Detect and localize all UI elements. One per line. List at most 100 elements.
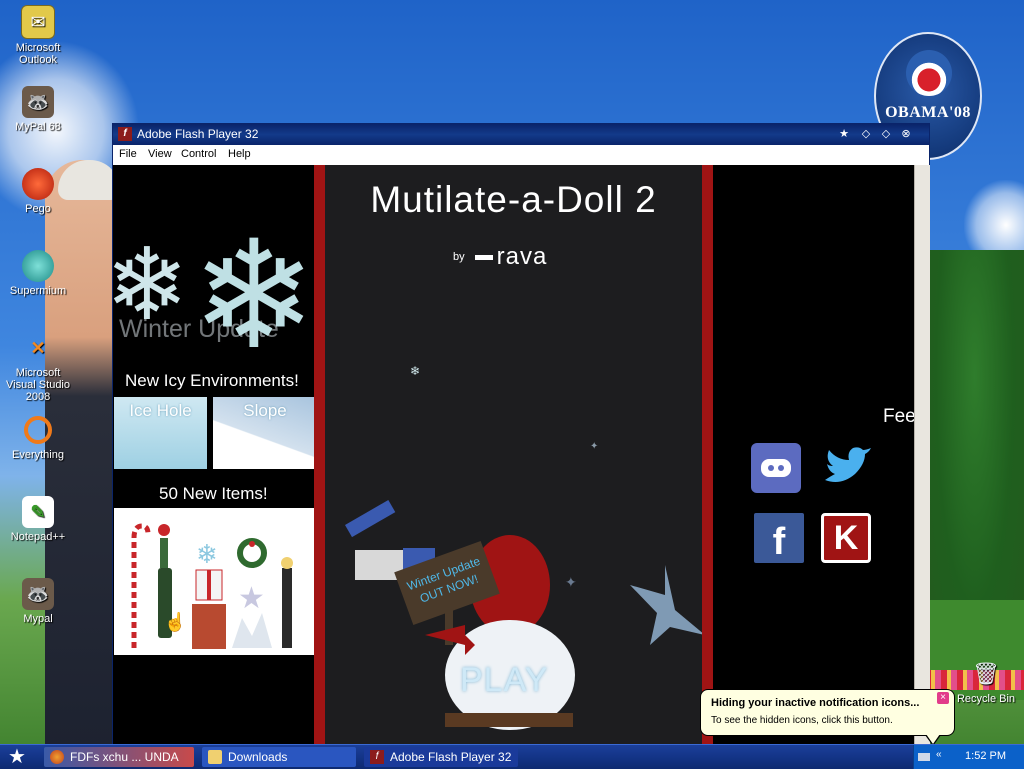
start-button[interactable]: ★ [4,746,30,768]
notification-title: Hiding your inactive notification icons.… [711,697,920,709]
kongregate-icon: K [833,518,859,557]
facebook-button[interactable]: f [754,513,804,563]
desktop-icon-label: Notepad++ [10,531,66,543]
everything-icon [22,414,54,446]
desktop-icon-outlook[interactable]: ✉ Microsoft Outlook [0,5,76,66]
gift-icon [195,569,223,601]
window-titlebar[interactable]: f Adobe Flash Player 32 ★ ◇ ◇ ⊗ [113,124,929,145]
hand-cursor-icon: ☝ [164,611,186,633]
arrow-icon [425,625,475,655]
campaign-logo-icon [906,50,952,96]
discord-icon [761,459,791,477]
discord-button[interactable] [751,443,801,493]
notification-balloon[interactable]: Hiding your inactive notification icons.… [700,689,955,746]
flash-icon: f [370,750,384,764]
flash-icon: f [118,127,132,141]
visual-studio-icon: ✕ [30,338,46,358]
svg-text:★: ★ [238,582,265,615]
taskbar-button-flash[interactable]: f Adobe Flash Player 32 [364,747,518,767]
play-button[interactable]: PLAY [460,661,548,700]
facebook-icon: f [772,520,786,563]
taskbar-button-downloads[interactable]: Downloads [202,747,356,767]
promo-panel: Winter Update ❄ ❄ New Icy Environments! … [113,165,317,746]
show-hidden-icons-button[interactable]: « [936,749,942,760]
wreath-icon [237,538,267,568]
candy-cane-icon [131,523,151,648]
desktop-icon-label: Recycle Bin [956,693,1016,705]
desktop-icon-notepadpp[interactable]: ✎ Notepad++ [0,496,76,543]
new-environments-heading: New Icy Environments! [125,371,299,390]
svg-text:❄: ❄ [196,539,218,569]
kongregate-button[interactable]: K [821,513,871,563]
snowflake-ornament-icon: ❄ [196,539,218,569]
supermium-icon [22,250,54,282]
new-items-preview: ❄ ★ ☝ [114,508,317,655]
folder-icon [208,750,222,764]
new-items-heading: 50 New Items! [159,484,268,503]
chimney-icon [192,604,226,649]
star-icon: ★ [238,582,265,615]
menu-help[interactable]: Help [228,148,251,160]
outlook-icon: ✉ [21,5,55,39]
lamp-icon [281,557,293,648]
taskbar-button-label: Downloads [228,750,288,764]
desktop-icon-recycle-bin[interactable]: 🗑 Recycle Bin [948,658,1024,706]
game-scene: ❄ ✦ ✦ Winter Update OUT NOW! [345,364,702,730]
desktop-icon-label: MyPal 68 [15,121,61,133]
ice-castle-icon [232,613,272,648]
taskbar-button-label: Adobe Flash Player 32 [390,750,512,764]
close-button[interactable]: ⊗ [898,127,914,141]
twitter-button[interactable] [821,443,871,493]
desktop-icon-mypal[interactable]: 🦝 Mypal [0,578,76,625]
window-title: Adobe Flash Player 32 [137,127,259,141]
taskbar-button-firefox[interactable]: FDFs xchu ... UNDA [44,747,194,767]
environment-tile-ice-hole[interactable]: Ice Hole [114,397,207,469]
taskbar: ★ FDFs xchu ... UNDA Downloads f Adobe F… [0,744,1024,769]
window-scrollbar[interactable] [914,165,930,746]
keyboard-icon[interactable] [918,753,930,761]
big-star-icon [630,565,702,645]
desktop-icon-label: Everything [12,449,64,461]
snowflake-icon: ❄ [113,229,189,341]
desktop-icon-label: Pego [25,203,51,215]
menu-bar: File View Control Help [113,145,929,166]
pin-icon[interactable]: ★ [836,127,852,141]
desktop-icon-pego[interactable]: Pego [0,168,76,215]
menu-view[interactable]: View [148,148,172,160]
feedback-heading: Feedback? [883,406,914,427]
system-tray: « 1:52 PM [913,745,1024,769]
svg-text:✦: ✦ [590,441,598,452]
title-panel: Mutilate-a-Doll 2 by rava ❄ ✦ ✦ Winter U… [325,165,702,746]
snowflake-icon: ❄ [191,211,317,379]
flash-player-window[interactable]: f Adobe Flash Player 32 ★ ◇ ◇ ⊗ File Vie… [113,124,930,746]
environment-tile-slope[interactable]: Slope [213,397,317,469]
notepadpp-icon: ✎ [22,496,54,528]
feedback-panel: Feedback? f K [713,165,914,746]
twitter-icon [825,447,871,482]
firefox-icon [50,750,64,764]
maximize-button[interactable]: ◇ [878,127,894,141]
desktop-icon-label: Microsoft Outlook [15,42,61,66]
desktop-icon-everything[interactable]: Everything [0,414,76,461]
svg-text:❄: ❄ [410,364,420,378]
menu-file[interactable]: File [119,148,137,160]
minimize-button[interactable]: ◇ [858,127,874,141]
svg-text:✦: ✦ [565,574,577,590]
desktop-icon-mypal68[interactable]: 🦝 MyPal 68 [0,86,76,133]
close-icon[interactable]: × [937,692,949,704]
balloon-tail [926,734,940,744]
desktop-icon-visual-studio[interactable]: ✕ Microsoft Visual Studio 2008 [0,332,76,403]
recycle-bin-icon: 🗑 [972,661,1000,686]
taskbar-button-label: FDFs xchu ... UNDA [70,750,179,764]
menu-control[interactable]: Control [181,148,216,160]
desktop-icon-label: Supermium [9,285,67,297]
environment-label: Ice Hole [129,401,192,420]
pego-icon [22,168,54,200]
desktop-icon-label: Microsoft Visual Studio 2008 [5,367,70,403]
accent-bar [314,165,325,746]
items-illustration: ❄ ★ ☝ [131,523,293,649]
desktop-icon-supermium[interactable]: Supermium [0,250,76,297]
raccoon-icon: 🦝 [22,578,54,610]
clock[interactable]: 1:52 PM [965,750,1006,762]
game-stage[interactable]: Winter Update ❄ ❄ New Icy Environments! … [113,165,914,746]
